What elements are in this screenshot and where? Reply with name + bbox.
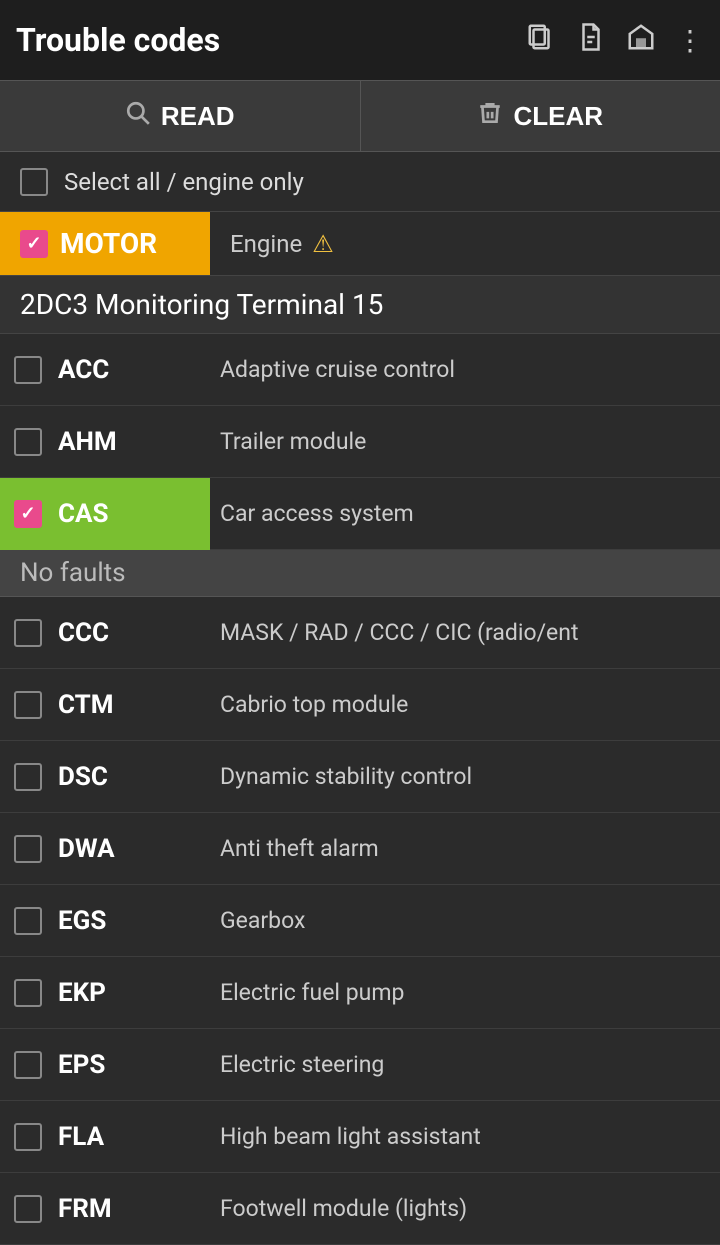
delete-icon [477,100,503,133]
fla-code: FLA [58,1122,104,1152]
dwa-code: DWA [58,834,115,864]
select-all-label: Select all / engine only [64,168,304,196]
ctm-code: CTM [58,690,114,720]
ccc-code: CCC [58,618,109,648]
header-icons: ⋮ [526,22,704,59]
list-item[interactable]: FRM Footwell module (lights) [0,1173,720,1245]
item-fla-section: FLA [0,1122,210,1152]
item-cas-section: CAS [0,478,210,550]
motor-description: Engine ⚠ [210,230,334,258]
copy-icon[interactable] [526,22,556,59]
list-item[interactable]: ACC Adaptive cruise control [0,334,720,406]
cas-checkbox[interactable] [14,500,42,528]
ekp-code: EKP [58,978,106,1008]
fla-desc: High beam light assistant [210,1123,720,1150]
acc-desc: Adaptive cruise control [210,356,720,383]
home-icon[interactable] [626,22,656,59]
motor-label: MOTOR [60,227,157,260]
frm-code: FRM [58,1194,112,1224]
section-subtitle: 2DC3 Monitoring Terminal 15 [0,276,720,334]
motor-desc-text: Engine [230,230,302,258]
read-button[interactable]: READ [0,81,361,151]
select-all-row[interactable]: Select all / engine only [0,152,720,212]
motor-badge[interactable]: MOTOR [0,212,210,275]
eps-desc: Electric steering [210,1051,720,1078]
clear-label: CLEAR [513,101,603,132]
motor-section[interactable]: MOTOR Engine ⚠ [0,212,720,276]
item-acc-section: ACC [0,355,210,385]
acc-code: ACC [58,355,109,385]
item-dwa-section: DWA [0,834,210,864]
eps-checkbox[interactable] [14,1051,42,1079]
list-item[interactable]: AHM Trailer module [0,406,720,478]
cas-desc: Car access system [210,500,720,527]
item-eps-section: EPS [0,1050,210,1080]
dwa-checkbox[interactable] [14,835,42,863]
list-item[interactable]: DSC Dynamic stability control [0,741,720,813]
frm-desc: Footwell module (lights) [210,1195,720,1222]
egs-code: EGS [58,906,106,936]
header: Trouble codes ⋮ [0,0,720,80]
dsc-desc: Dynamic stability control [210,763,720,790]
ekp-desc: Electric fuel pump [210,979,720,1006]
ekp-checkbox[interactable] [14,979,42,1007]
ahm-checkbox[interactable] [14,428,42,456]
frm-checkbox[interactable] [14,1195,42,1223]
list-item[interactable]: CCC MASK / RAD / CCC / CIC (radio/ent [0,597,720,669]
list-item[interactable]: EPS Electric steering [0,1029,720,1101]
acc-checkbox[interactable] [14,356,42,384]
ahm-desc: Trailer module [210,428,720,455]
read-label: READ [161,101,235,132]
item-ccc-section: CCC [0,618,210,648]
motor-checkbox[interactable] [20,230,48,258]
ahm-code: AHM [58,427,117,457]
eps-code: EPS [58,1050,105,1080]
egs-desc: Gearbox [210,907,720,934]
ccc-desc: MASK / RAD / CCC / CIC (radio/ent [210,619,720,646]
list-item[interactable]: EGS Gearbox [0,885,720,957]
search-icon [125,100,151,133]
ccc-checkbox[interactable] [14,619,42,647]
action-bar: READ CLEAR [0,80,720,152]
item-dsc-section: DSC [0,762,210,792]
item-egs-section: EGS [0,906,210,936]
select-all-checkbox[interactable] [20,168,48,196]
list-item[interactable]: DWA Anti theft alarm [0,813,720,885]
list-item[interactable]: EKP Electric fuel pump [0,957,720,1029]
egs-checkbox[interactable] [14,907,42,935]
item-ekp-section: EKP [0,978,210,1008]
ctm-checkbox[interactable] [14,691,42,719]
no-faults-banner: No faults [0,550,720,597]
cas-code: CAS [58,499,109,529]
item-ahm-section: AHM [0,427,210,457]
page-title: Trouble codes [16,21,526,59]
more-icon[interactable]: ⋮ [676,24,704,57]
dsc-checkbox[interactable] [14,763,42,791]
fla-checkbox[interactable] [14,1123,42,1151]
list-item[interactable]: FLA High beam light assistant [0,1101,720,1173]
clear-button[interactable]: CLEAR [361,81,720,151]
warning-icon: ⚠ [312,230,334,258]
document-icon[interactable] [576,22,606,59]
list-item-cas[interactable]: CAS Car access system [0,478,720,550]
dwa-desc: Anti theft alarm [210,835,720,862]
dsc-code: DSC [58,762,108,792]
item-ctm-section: CTM [0,690,210,720]
ctm-desc: Cabrio top module [210,691,720,718]
item-frm-section: FRM [0,1194,210,1224]
list-item[interactable]: CTM Cabrio top module [0,669,720,741]
